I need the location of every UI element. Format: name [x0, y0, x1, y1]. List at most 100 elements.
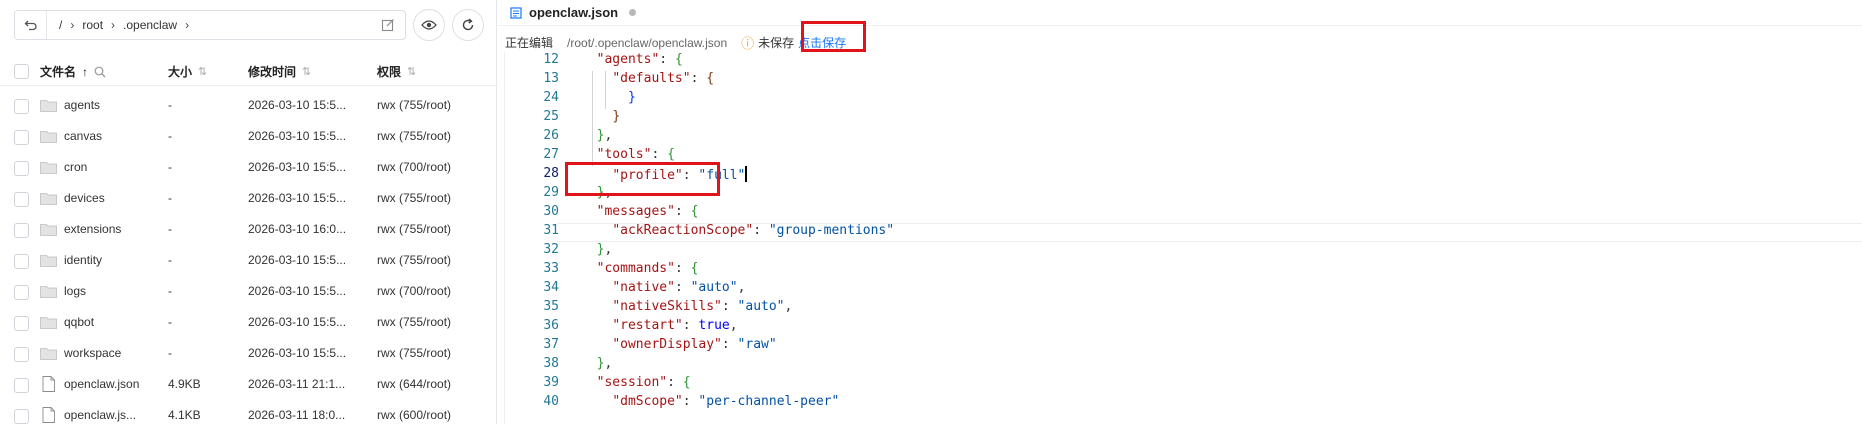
back-button[interactable]: [15, 11, 47, 39]
code-line[interactable]: "agents": {: [581, 52, 683, 71]
file-modified: 2026-03-10 16:0...: [248, 222, 347, 236]
breadcrumb-root-slash[interactable]: /: [59, 18, 62, 32]
code-line[interactable]: "messages": {: [581, 204, 699, 223]
status-path: /root/.openclaw/openclaw.json: [567, 35, 728, 50]
file-name[interactable]: identity: [64, 253, 102, 267]
line-number: 28: [543, 166, 559, 181]
row-checkbox[interactable]: [14, 161, 29, 176]
row-checkbox[interactable]: [14, 223, 29, 238]
code-line[interactable]: "restart": true,: [581, 318, 737, 337]
table-header: 文件名 ↑ 大小 ⇅ 修改时间 ⇅ 权限 ⇅: [0, 56, 497, 86]
code-line[interactable]: }: [581, 109, 620, 128]
file-perm: rwx (755/root): [377, 222, 452, 236]
file-name[interactable]: extensions: [64, 222, 121, 236]
code-line[interactable]: "ackReactionScope": "group-mentions": [581, 223, 894, 242]
line-number: 31: [543, 223, 559, 238]
code-line[interactable]: "ownerDisplay": "raw": [581, 337, 776, 356]
table-row[interactable]: devices - 2026-03-10 15:5... rwx (755/root): [0, 187, 497, 213]
line-number: 37: [543, 337, 559, 352]
file-modified: 2026-03-10 15:5...: [248, 160, 347, 174]
table-row[interactable]: openclaw.json 4.9KB 2026-03-11 21:1... rwx …: [0, 373, 497, 399]
file-modified: 2026-03-10 15:5...: [248, 129, 347, 143]
folder-icon: [40, 100, 57, 112]
unsaved-dot-icon: [629, 9, 637, 16]
code-line[interactable]: "nativeSkills": "auto",: [581, 299, 792, 318]
file-size: 4.9KB: [168, 377, 201, 391]
folder-icon: [40, 317, 57, 329]
code-line[interactable]: },: [581, 242, 613, 261]
file-name[interactable]: agents: [64, 98, 100, 112]
table-row[interactable]: openclaw.js... 4.1KB 2026-03-11 18:0... rwx…: [0, 404, 497, 424]
file-name[interactable]: logs: [64, 284, 86, 298]
file-name[interactable]: canvas: [64, 129, 102, 143]
code-line[interactable]: "commands": {: [581, 261, 699, 280]
column-name[interactable]: 文件名 ↑: [40, 63, 106, 80]
code-line[interactable]: },: [581, 356, 613, 375]
breadcrumb-root[interactable]: root: [82, 18, 103, 32]
row-checkbox[interactable]: [14, 409, 29, 424]
column-size[interactable]: 大小 ⇅: [168, 63, 207, 80]
table-row[interactable]: cron - 2026-03-10 15:5... rwx (700/root): [0, 156, 497, 182]
table-row[interactable]: extensions - 2026-03-10 16:0... rwx (755/ro…: [0, 218, 497, 244]
file-text-icon: [510, 6, 522, 19]
row-checkbox[interactable]: [14, 316, 29, 331]
table-row[interactable]: qqbot - 2026-03-10 15:5... rwx (755/root): [0, 311, 497, 337]
folder-icon: [40, 131, 57, 143]
arrow-up-icon: ↑: [82, 64, 89, 79]
file-size: -: [168, 253, 172, 267]
row-checkbox[interactable]: [14, 130, 29, 145]
status-unsaved: 未保存: [758, 36, 795, 50]
row-checkbox[interactable]: [14, 378, 29, 393]
file-name[interactable]: openclaw.js...: [64, 408, 136, 422]
file-perm: rwx (755/root): [377, 129, 452, 143]
row-checkbox[interactable]: [14, 254, 29, 269]
refresh-button[interactable]: [452, 9, 484, 41]
breadcrumb: / › root › .openclaw ›: [47, 18, 371, 32]
code-line[interactable]: "defaults": {: [581, 71, 714, 90]
code-line[interactable]: "dmScope": "per-channel-peer": [581, 394, 839, 413]
status-editing: 正在编辑: [505, 36, 554, 50]
line-number: 40: [543, 394, 559, 409]
file-name[interactable]: openclaw.json: [64, 377, 139, 391]
column-perm-label: 权限: [377, 65, 402, 79]
code-line[interactable]: }: [581, 90, 636, 109]
code-area[interactable]: "agents": { "defaults": { } } }, "tools"…: [557, 52, 1862, 424]
file-modified: 2026-03-10 15:5...: [248, 284, 347, 298]
row-checkbox[interactable]: [14, 347, 29, 362]
sort-icon: ⇅: [198, 66, 208, 78]
line-number: 39: [543, 375, 559, 390]
file-modified: 2026-03-11 21:1...: [248, 377, 346, 391]
table-row[interactable]: logs - 2026-03-10 15:5... rwx (700/root): [0, 280, 497, 306]
code-line[interactable]: "native": "auto",: [581, 280, 745, 299]
table-row[interactable]: identity - 2026-03-10 15:5... rwx (755/root…: [0, 249, 497, 275]
line-number: 33: [543, 261, 559, 276]
column-perm[interactable]: 权限 ⇅: [377, 63, 416, 80]
edit-path-button[interactable]: [371, 18, 405, 32]
file-name[interactable]: devices: [64, 191, 105, 205]
file-size: -: [168, 346, 172, 360]
table-row[interactable]: canvas - 2026-03-10 15:5... rwx (755/root): [0, 125, 497, 151]
toggle-hidden-button[interactable]: [413, 9, 445, 41]
file-name[interactable]: cron: [64, 160, 87, 174]
file-explorer-panel: / › root › .openclaw › 文件名 ↑ 大小 ⇅ 修改时间 ⇅…: [0, 0, 497, 424]
table-row[interactable]: agents - 2026-03-10 15:5... rwx (755/root): [0, 94, 497, 120]
breadcrumb-openclaw[interactable]: .openclaw: [123, 18, 177, 32]
file-name[interactable]: qqbot: [64, 315, 94, 329]
tab-openclaw-json[interactable]: openclaw.json: [510, 5, 637, 20]
row-checkbox[interactable]: [14, 192, 29, 207]
sort-icon: ⇅: [407, 66, 417, 78]
select-all-checkbox[interactable]: [14, 64, 29, 79]
row-checkbox[interactable]: [14, 285, 29, 300]
code-line[interactable]: "session": {: [581, 375, 691, 394]
code-editor[interactable]: 12 13 24 25 26 27 28 29 30 31 32 33 34 35 36 37 38 39 40 "…: [504, 52, 1862, 424]
line-number: 38: [543, 356, 559, 371]
column-modified[interactable]: 修改时间 ⇅: [248, 63, 311, 80]
row-checkbox[interactable]: [14, 99, 29, 114]
chevron-right-icon: ›: [70, 18, 75, 32]
line-number: 35: [543, 299, 559, 314]
code-line[interactable]: },: [581, 128, 613, 147]
file-name[interactable]: workspace: [64, 346, 121, 360]
file-modified: 2026-03-11 18:0...: [248, 408, 346, 422]
search-icon[interactable]: [94, 66, 106, 78]
table-row[interactable]: workspace - 2026-03-10 15:5... rwx (755/roo…: [0, 342, 497, 368]
